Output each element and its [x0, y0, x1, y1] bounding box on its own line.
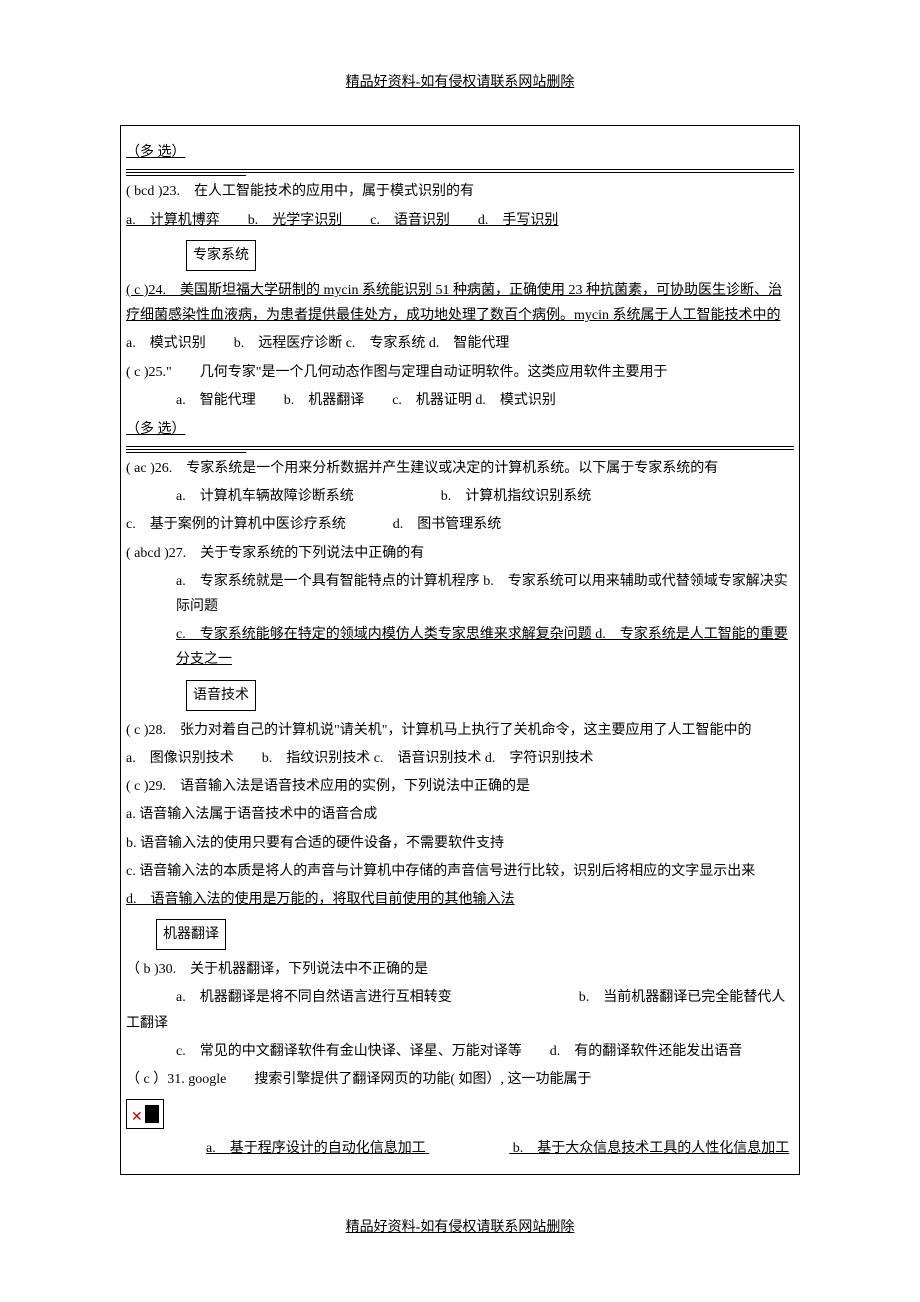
- q28-options: a. 图像识别技术 b. 指纹识别技术 c. 语音识别技术 d. 字符识别技术: [126, 746, 794, 771]
- q24-stem: ( c )24. 美国斯坦福大学研制的 mycin 系统能识别 51 种病菌，正…: [126, 278, 794, 328]
- divider: [126, 172, 794, 173]
- multi-select-label-2: （多 选）: [126, 417, 794, 442]
- divider-short: [126, 175, 246, 176]
- section-expert-system: 专家系统: [186, 240, 256, 271]
- q30-stem: （ b )30. 关于机器翻译，下列说法中不正确的是: [126, 957, 794, 982]
- broken-image-icon: [126, 1099, 164, 1129]
- section-machine-translation: 机器翻译: [156, 919, 226, 950]
- q31-image: [126, 1095, 794, 1133]
- q30-cd: c. 常见的中文翻译软件有金山快译、译星、万能对译等 d. 有的翻译软件还能发出…: [126, 1039, 794, 1064]
- q24-options: a. 模式识别 b. 远程医疗诊断 c. 专家系统 d. 智能代理: [126, 331, 794, 356]
- q26-opt-a: a. 计算机车辆故障诊断系统: [126, 489, 354, 504]
- divider: [126, 169, 794, 170]
- page-header: 精品好资料-如有侵权请联系网站删除: [120, 70, 800, 95]
- q29-opt-c: c. 语音输入法的本质是将人的声音与计算机中存储的声音信号进行比较，识别后将相应…: [126, 859, 794, 884]
- q31-stem: （ c ）31. google 搜索引擎提供了翻译网页的功能( 如图）, 这一功…: [126, 1067, 794, 1092]
- q29-stem: ( c )29. 语音输入法是语音技术应用的实例，下列说法中正确的是: [126, 774, 794, 799]
- q27-stem: ( abcd )27. 关于专家系统的下列说法中正确的有: [126, 541, 794, 566]
- multi-select-label: （多 选）: [126, 140, 794, 165]
- q23-options: a. 计算机博弈 b. 光学字识别 c. 语音识别 d. 手写识别: [126, 208, 794, 233]
- divider-short: [126, 452, 246, 453]
- q26-opt-c: c. 基于案例的计算机中医诊疗系统: [126, 517, 346, 532]
- multi-select-text: （多 选）: [126, 145, 186, 160]
- q31-opt-a: a. 基于程序设计的自动化信息加工: [206, 1141, 426, 1156]
- q26-cd: c. 基于案例的计算机中医诊疗系统 d. 图书管理系统: [126, 512, 794, 537]
- divider: [126, 446, 794, 447]
- q28-stem: ( c )28. 张力对着自己的计算机说"请关机"，计算机马上执行了关机命令，这…: [126, 718, 794, 743]
- q26-opt-d: d. 图书管理系统: [393, 517, 502, 532]
- q25-options: a. 智能代理 b. 机器翻译 c. 机器证明 d. 模式识别: [126, 388, 794, 413]
- q25-stem: ( c )25." 几何专家"是一个几何动态作图与定理自动证明软件。这类应用软件…: [126, 360, 794, 385]
- page-footer: 精品好资料-如有侵权请联系网站删除: [120, 1215, 800, 1240]
- q31-opt-b: b. 基于大众信息技术工具的人性化信息加工: [513, 1141, 790, 1156]
- q30-opt-a: a. 机器翻译是将不同自然语言进行互相转变: [126, 990, 452, 1005]
- section-voice-tech: 语音技术: [186, 680, 256, 711]
- divider: [126, 449, 794, 450]
- q29-opt-d: d. 语音输入法的使用是万能的，将取代目前使用的其他输入法: [126, 887, 794, 912]
- q23-stem: ( bcd )23. 在人工智能技术的应用中，属于模式识别的有: [126, 179, 794, 204]
- q27-cd: c. 专家系统能够在特定的领域内模仿人类专家思维来求解复杂问题 d. 专家系统是…: [126, 622, 794, 672]
- q26-ab: a. 计算机车辆故障诊断系统 b. 计算机指纹识别系统: [126, 484, 794, 509]
- q27-ab: a. 专家系统就是一个具有智能特点的计算机程序 b. 专家系统可以用来辅助或代替…: [126, 569, 794, 619]
- q26-stem: ( ac )26. 专家系统是一个用来分析数据并产生建议或决定的计算机系统。以下…: [126, 456, 794, 481]
- q26-opt-b: b. 计算机指纹识别系统: [441, 489, 592, 504]
- main-content: （多 选） ( bcd )23. 在人工智能技术的应用中，属于模式识别的有 a.…: [120, 125, 800, 1175]
- q29-opt-a: a. 语音输入法属于语音技术中的语音合成: [126, 802, 794, 827]
- q29-opt-b: b. 语音输入法的使用只要有合适的硬件设备，不需要软件支持: [126, 831, 794, 856]
- multi-select-text-2: （多 选）: [126, 422, 186, 437]
- q31-ab: a. 基于程序设计的自动化信息加工 b. 基于大众信息技术工具的人性化信息加工: [126, 1136, 794, 1161]
- q30-ab: a. 机器翻译是将不同自然语言进行互相转变 b. 当前机器翻译已完全能替代人工翻…: [126, 985, 794, 1035]
- page-root: 精品好资料-如有侵权请联系网站删除 （多 选） ( bcd )23. 在人工智能…: [0, 0, 920, 1281]
